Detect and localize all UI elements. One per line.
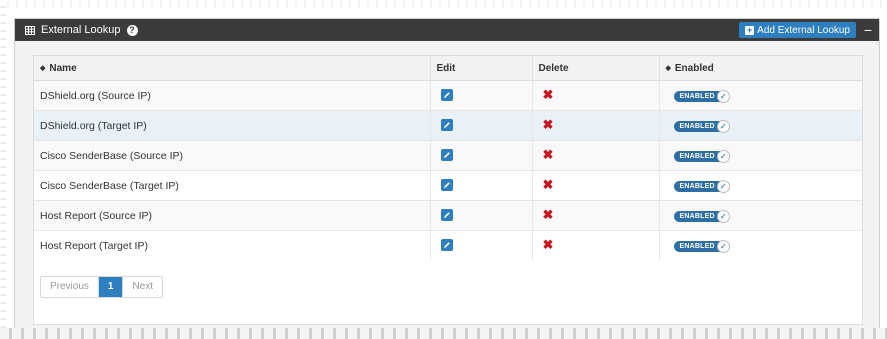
lookup-table-container: ◆ Name Edit Delete ◆ Enabled DShield.org (…: [33, 55, 863, 325]
table-row: DShield.org (Target IP) ✖ ENABLED ✓: [34, 110, 862, 141]
toggle-label: ENABLED: [673, 180, 720, 192]
pencil-square-icon[interactable]: [440, 89, 453, 101]
x-icon[interactable]: ✖: [543, 207, 554, 222]
table-row: DShield.org (Source IP) ✖ ENABLED ✓: [34, 80, 862, 111]
x-icon[interactable]: ✖: [543, 87, 554, 102]
plus-square-icon: +: [745, 24, 755, 35]
previous-page-button[interactable]: Previous: [41, 277, 99, 297]
panel-title: External Lookup: [41, 24, 121, 36]
toggle-label: ENABLED: [673, 90, 720, 102]
question-circle-icon[interactable]: ?: [126, 24, 138, 36]
pencil-square-icon[interactable]: [440, 149, 453, 161]
torn-edge-bottom: [0, 328, 887, 339]
sort-icon: ◆: [665, 64, 671, 72]
toggle-label: ENABLED: [673, 150, 720, 162]
x-icon[interactable]: ✖: [543, 147, 554, 162]
torn-edge-left: [0, 0, 6, 339]
lookup-name: Host Report (Source IP): [34, 200, 431, 231]
external-lookup-panel: External Lookup ? + Add External Lookup …: [14, 18, 880, 330]
sort-icon: ◆: [40, 64, 46, 72]
add-external-lookup-label: Add External Lookup: [757, 24, 850, 36]
column-header-name[interactable]: ◆ Name: [34, 56, 431, 81]
enabled-toggle[interactable]: ENABLED ✓: [673, 89, 730, 103]
lookup-name: Host Report (Target IP): [34, 230, 431, 260]
lookup-name: Cisco SenderBase (Source IP): [34, 140, 431, 171]
table-row: Host Report (Target IP) ✖ ENABLED ✓: [34, 230, 862, 260]
lookup-table: ◆ Name Edit Delete ◆ Enabled DShield.org (…: [34, 56, 862, 260]
enabled-toggle[interactable]: ENABLED ✓: [673, 119, 730, 133]
enabled-toggle[interactable]: ENABLED ✓: [673, 239, 730, 253]
next-page-button[interactable]: Next: [123, 277, 163, 297]
enabled-toggle[interactable]: ENABLED ✓: [673, 209, 730, 223]
pencil-square-icon[interactable]: [440, 119, 453, 131]
x-icon[interactable]: ✖: [543, 117, 554, 132]
column-header-delete: Delete: [532, 56, 660, 81]
check-icon: ✓: [716, 239, 730, 253]
check-icon: ✓: [716, 209, 730, 223]
lookup-name: Cisco SenderBase (Target IP): [34, 170, 431, 201]
toggle-label: ENABLED: [673, 240, 720, 252]
panel-header: External Lookup ? + Add External Lookup …: [15, 19, 879, 41]
collapse-button[interactable]: −: [863, 23, 873, 37]
pencil-square-icon[interactable]: [440, 179, 453, 191]
check-icon: ✓: [716, 119, 730, 133]
pencil-square-icon[interactable]: [440, 209, 453, 221]
enabled-toggle[interactable]: ENABLED ✓: [673, 149, 730, 163]
table-grid-icon: [25, 25, 35, 35]
column-header-enabled[interactable]: ◆ Enabled: [659, 56, 862, 81]
toggle-label: ENABLED: [673, 210, 720, 222]
page-1-button[interactable]: 1: [98, 277, 124, 297]
check-icon: ✓: [716, 89, 730, 103]
check-icon: ✓: [716, 179, 730, 193]
toggle-label: ENABLED: [673, 120, 720, 132]
check-icon: ✓: [716, 149, 730, 163]
column-header-edit: Edit: [430, 56, 533, 81]
table-row: Cisco SenderBase (Target IP) ✖ ENABLED ✓: [34, 170, 862, 201]
enabled-toggle[interactable]: ENABLED ✓: [673, 179, 730, 193]
torn-edge-top: [0, 0, 887, 8]
x-icon[interactable]: ✖: [543, 237, 554, 252]
add-external-lookup-button[interactable]: + Add External Lookup: [739, 22, 856, 38]
table-header-row: ◆ Name Edit Delete ◆ Enabled: [34, 56, 862, 81]
table-row: Cisco SenderBase (Source IP) ✖ ENABLED ✓: [34, 140, 862, 171]
table-row: Host Report (Source IP) ✖ ENABLED ✓: [34, 200, 862, 231]
lookup-name: DShield.org (Target IP): [34, 110, 431, 141]
pencil-square-icon[interactable]: [440, 239, 453, 251]
lookup-name: DShield.org (Source IP): [34, 80, 431, 111]
pagination: Previous 1 Next: [40, 276, 164, 298]
x-icon[interactable]: ✖: [543, 177, 554, 192]
